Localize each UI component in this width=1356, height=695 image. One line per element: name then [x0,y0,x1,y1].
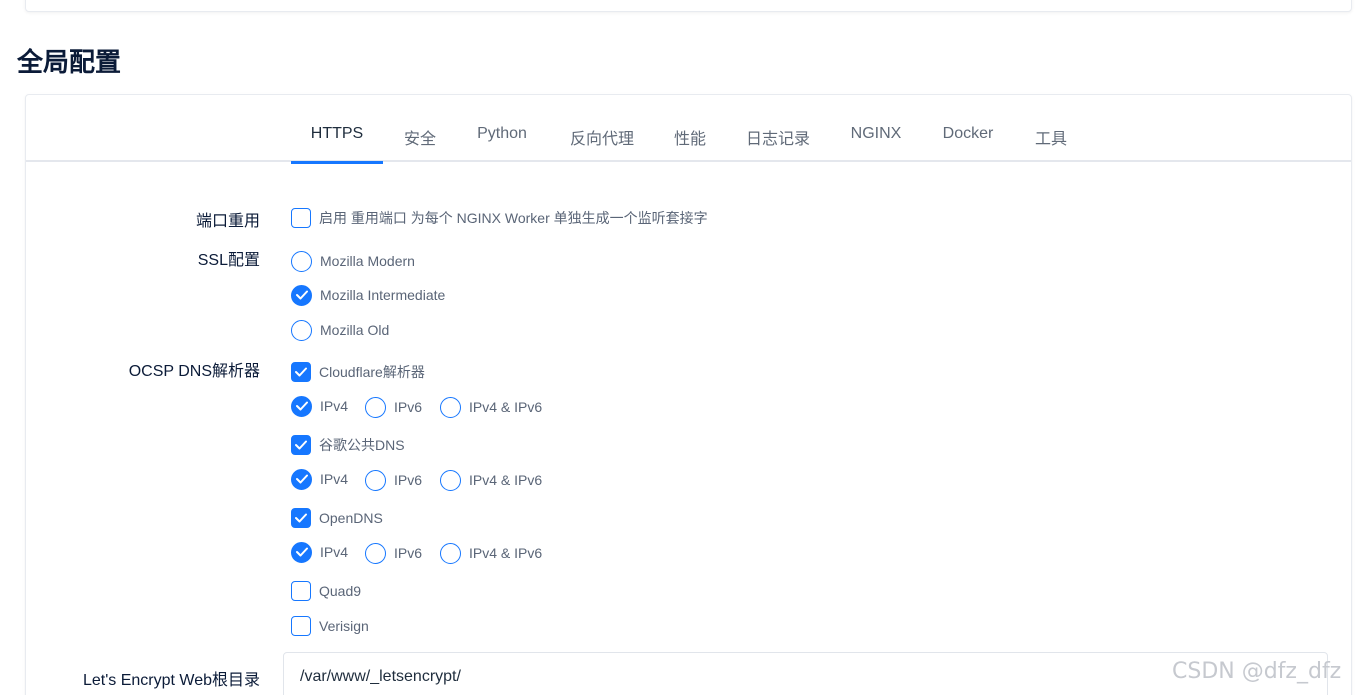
watermark: CSDN @dfz_dfz [1172,659,1342,684]
cloudflare-ipv4-radio[interactable]: IPv4 [291,395,348,417]
radio-unchecked-icon [365,542,386,564]
ssl-option-label: Mozilla Old [320,322,390,338]
tab-tools[interactable]: 工具 [1031,125,1071,162]
radio-unchecked-icon [440,469,461,491]
tab-bar: HTTPS 安全 Python 反向代理 性能 日志记录 NGINX Docke… [26,95,1351,164]
tab-reverse-proxy[interactable]: 反向代理 [566,125,638,162]
ssl-option-modern[interactable]: Mozilla Modern [291,250,415,272]
radio-unchecked-icon [440,396,461,418]
resolver-label: Quad9 [319,583,362,599]
radio-checked-icon [291,284,312,306]
ip-option-label: IPv6 [394,545,423,561]
previous-card [25,0,1352,12]
ssl-option-label: Mozilla Modern [320,253,415,269]
checkbox-unchecked-icon [291,616,311,636]
ip-option-label: IPv4 [320,398,349,414]
opendns-ipv6-radio[interactable]: IPv6 [365,542,422,564]
resolver-cloudflare-checkbox[interactable]: Cloudflare解析器 [291,361,425,383]
checkbox-checked-icon [291,362,311,382]
cloudflare-ipv4-ipv6-radio[interactable]: IPv4 & IPv6 [440,396,542,418]
radio-unchecked-icon [365,469,386,491]
google-ipv6-radio[interactable]: IPv6 [365,469,422,491]
resolver-label: 谷歌公共DNS [319,437,405,453]
resolver-opendns-checkbox[interactable]: OpenDNS [291,507,383,529]
google-ipv4-radio[interactable]: IPv4 [291,468,348,490]
ssl-option-old[interactable]: Mozilla Old [291,319,389,341]
google-ipv4-ipv6-radio[interactable]: IPv4 & IPv6 [440,469,542,491]
tab-docker[interactable]: Docker [938,125,998,162]
ocsp-resolver-label: OCSP DNS解析器 [128,363,260,380]
tab-security[interactable]: 安全 [400,125,440,162]
resolver-label: OpenDNS [319,510,383,526]
opendns-ipv4-ipv6-radio[interactable]: IPv4 & IPv6 [440,542,542,564]
radio-unchecked-icon [365,396,386,418]
tab-python[interactable]: Python [470,125,534,162]
ip-option-label: IPv6 [394,472,423,488]
radio-unchecked-icon [291,250,312,272]
resolver-quad9-checkbox[interactable]: Quad9 [291,580,361,602]
reuseport-label: 端口重用 [195,213,260,230]
radio-unchecked-icon [440,542,461,564]
global-config-card: HTTPS 安全 Python 反向代理 性能 日志记录 NGINX Docke… [25,94,1352,695]
ip-option-label: IPv4 [320,471,349,487]
resolver-verisign-checkbox[interactable]: Verisign [291,615,369,637]
radio-checked-icon [291,541,312,563]
resolver-google-checkbox[interactable]: 谷歌公共DNS [291,434,405,456]
ip-option-label: IPv4 & IPv6 [469,472,543,488]
opendns-ipv4-radio[interactable]: IPv4 [291,541,348,563]
ip-option-label: IPv6 [394,399,423,415]
resolver-label: Verisign [319,618,369,634]
tab-performance[interactable]: 性能 [670,125,710,162]
tab-https[interactable]: HTTPS [291,125,383,164]
ip-option-label: IPv4 & IPv6 [469,399,543,415]
ssl-option-label: Mozilla Intermediate [320,287,446,303]
resolver-label: Cloudflare解析器 [319,364,425,380]
ip-option-label: IPv4 & IPv6 [469,545,543,561]
tab-logging[interactable]: 日志记录 [742,125,814,162]
reuseport-checkbox-label: 启用 重用端口 为每个 NGINX Worker 单独生成一个监听套接字 [319,210,708,226]
cloudflare-ipv6-radio[interactable]: IPv6 [365,396,422,418]
checkbox-unchecked-icon [291,581,311,601]
radio-checked-icon [291,468,312,490]
checkbox-checked-icon [291,508,311,528]
radio-checked-icon [291,395,312,417]
checkbox-unchecked-icon [291,208,311,228]
checkbox-checked-icon [291,435,311,455]
ssl-option-intermediate[interactable]: Mozilla Intermediate [291,284,445,306]
page-title: 全局配置 [17,48,122,78]
tab-nginx[interactable]: NGINX [846,125,906,162]
ssl-profile-label: SSL配置 [197,252,260,269]
ip-option-label: IPv4 [320,544,349,560]
letsencrypt-webroot-label: Let's Encrypt Web根目录 [82,672,260,689]
reuseport-checkbox[interactable]: 启用 重用端口 为每个 NGINX Worker 单独生成一个监听套接字 [291,207,708,229]
radio-unchecked-icon [291,319,312,341]
